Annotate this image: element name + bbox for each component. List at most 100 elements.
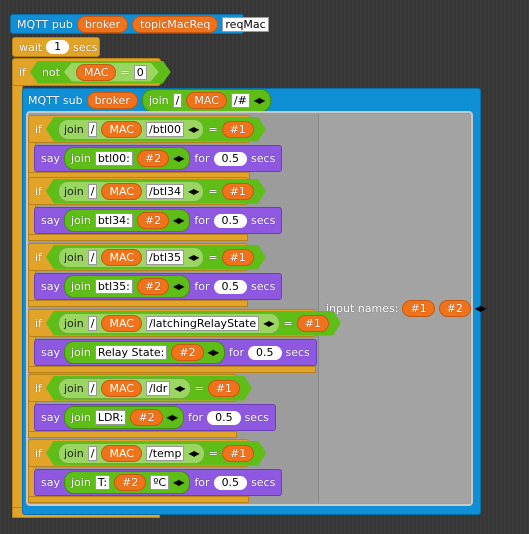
arrows-icon[interactable]: ◀▶ xyxy=(188,187,198,196)
suffix-input[interactable]: /# xyxy=(230,92,250,108)
arrows-icon[interactable]: ◀▶ xyxy=(188,125,198,134)
join-block[interactable]: join / MAC/ldr ◀▶ xyxy=(58,378,191,399)
equals-block[interactable]: MAC = 0 xyxy=(64,63,159,82)
param-1[interactable]: #1 xyxy=(208,380,240,397)
join-block[interactable]: join T: #2 ºC ◀▶ xyxy=(63,471,191,494)
equals-block[interactable]: join / MAC/ldr ◀▶ = #1 xyxy=(46,376,252,401)
slash-input[interactable]: / xyxy=(88,250,98,265)
arrows-icon[interactable]: ◀▶ xyxy=(208,348,219,357)
text-input[interactable]: btl35: xyxy=(94,279,133,294)
join-block[interactable]: join / MAC/temp ◀▶ xyxy=(58,443,205,464)
not-block[interactable]: not MAC = 0 xyxy=(30,61,171,84)
if-block[interactable]: if join / MAC/temp ◀▶ = #1 xyxy=(28,439,249,467)
slash-input[interactable]: / xyxy=(88,122,98,137)
duration-input[interactable]: 0.5 xyxy=(213,279,248,294)
broker-variable[interactable]: broker xyxy=(86,91,138,109)
join-block[interactable]: join / MAC/latchingRelayState ◀▶ xyxy=(58,313,280,334)
topic-input[interactable]: /btl35 xyxy=(146,250,184,265)
say-block[interactable]: say join btl34: #2 ◀▶ for 0.5 secs xyxy=(34,207,283,234)
param-2[interactable]: #2 xyxy=(130,409,163,426)
duration-input[interactable]: 0.5 xyxy=(213,475,248,490)
mac-variable[interactable]: MAC xyxy=(101,183,142,200)
mac-variable[interactable]: MAC xyxy=(101,121,142,138)
join-block[interactable]: join / MAC/btl34 ◀▶ xyxy=(58,181,204,202)
if-block[interactable]: if join / MAC/ldr ◀▶ = #1 xyxy=(28,374,237,402)
if-block[interactable]: if join / MAC/btl00 ◀▶ = #1 xyxy=(28,115,250,143)
param-2[interactable]: #2 xyxy=(171,344,204,361)
if-block[interactable]: if join / MAC/btl35 ◀▶ = #1 xyxy=(28,243,248,271)
text-input[interactable]: btl00: xyxy=(94,151,133,166)
slash-input[interactable]: / xyxy=(88,446,98,461)
arrows-icon[interactable]: ◀▶ xyxy=(167,413,178,422)
arrows-icon[interactable]: ◀▶ xyxy=(173,282,184,291)
arrows-icon[interactable]: ◀▶ xyxy=(263,319,273,328)
join-block[interactable]: join LDR: #2 ◀▶ xyxy=(63,406,184,429)
duration-input[interactable]: 0.5 xyxy=(213,151,248,166)
mac-variable[interactable]: MAC xyxy=(76,64,117,81)
text-input[interactable]: Relay State: xyxy=(94,345,168,360)
duration-input[interactable]: 0.5 xyxy=(207,410,241,425)
topic-variable[interactable]: topicMacReq xyxy=(132,15,219,33)
mac-variable[interactable]: MAC xyxy=(186,91,227,109)
duration-input[interactable]: 0.5 xyxy=(213,213,248,228)
arrows-icon[interactable]: ◀▶ xyxy=(173,216,184,225)
say-block[interactable]: say join btl35: #2 ◀▶ for 0.5 secs xyxy=(34,273,283,300)
param-2[interactable]: #2 xyxy=(114,474,147,491)
equals-block[interactable]: join / MAC/btl34 ◀▶ = #1 xyxy=(46,179,266,204)
mac-variable[interactable]: MAC xyxy=(101,249,142,266)
param-1[interactable]: #1 xyxy=(222,249,254,266)
topic-input[interactable]: /btl00 xyxy=(146,122,184,137)
param-2[interactable]: #2 xyxy=(438,299,471,317)
topic-input[interactable]: /ldr xyxy=(146,381,170,396)
arrows-icon[interactable]: ◀▶ xyxy=(188,449,198,458)
equals-block[interactable]: join / MAC/latchingRelayState ◀▶ = #1 xyxy=(46,311,341,336)
mac-variable[interactable]: MAC xyxy=(101,380,142,397)
text-input[interactable]: btl34: xyxy=(94,213,133,228)
arrows-icon[interactable]: ◀▶ xyxy=(188,253,198,262)
equals-block[interactable]: join / MAC/btl35 ◀▶ = #1 xyxy=(46,245,266,270)
say-block[interactable]: say join btl00: #2 ◀▶ for 0.5 secs xyxy=(34,145,283,172)
param-1[interactable]: #1 xyxy=(222,183,254,200)
param-1[interactable]: #1 xyxy=(222,445,254,462)
topic-input[interactable]: /btl34 xyxy=(146,184,184,199)
param-1[interactable]: #1 xyxy=(402,299,435,317)
outer-if-block[interactable]: if not MAC = 0 xyxy=(12,58,161,86)
message-input[interactable]: reqMac xyxy=(222,16,269,32)
mqtt-pub-block[interactable]: MQTT pub broker topicMacReq reqMac xyxy=(10,14,269,34)
say-block[interactable]: say join Relay State: #2 ◀▶ for 0.5 secs xyxy=(34,339,317,366)
join-block[interactable]: join btl34: #2 ◀▶ xyxy=(63,209,191,232)
equals-block[interactable]: join / MAC/temp ◀▶ = #1 xyxy=(46,441,266,466)
join-block[interactable]: join / MAC /# ◀▶ xyxy=(141,88,272,112)
wait-block[interactable]: wait 1 secs xyxy=(12,37,100,57)
arrows-icon[interactable]: ◀▶ xyxy=(475,304,486,313)
arrows-icon[interactable]: ◀▶ xyxy=(174,384,184,393)
join-block[interactable]: join / MAC/btl00 ◀▶ xyxy=(58,119,204,140)
join-block[interactable]: join Relay State: #2 ◀▶ xyxy=(63,341,225,364)
arrows-icon[interactable]: ◀▶ xyxy=(173,478,184,487)
topic-input[interactable]: /temp xyxy=(146,446,184,461)
text-input[interactable]: LDR: xyxy=(94,410,127,425)
equals-block[interactable]: join / MAC/btl00 ◀▶ = #1 xyxy=(46,117,266,142)
slash-input[interactable]: / xyxy=(88,381,98,396)
param-1[interactable]: #1 xyxy=(222,121,254,138)
param-2[interactable]: #2 xyxy=(136,278,170,295)
slash-input[interactable]: / xyxy=(88,316,98,331)
mac-variable[interactable]: MAC xyxy=(101,315,142,332)
wait-input[interactable]: 1 xyxy=(46,40,70,54)
say-block[interactable]: say join LDR: #2 ◀▶ for 0.5 secs xyxy=(34,404,276,431)
arrows-icon[interactable]: ◀▶ xyxy=(173,154,184,163)
param-1[interactable]: #1 xyxy=(297,315,329,332)
slash-input[interactable]: / xyxy=(172,92,183,108)
if-block[interactable]: if join / MAC/btl34 ◀▶ = #1 xyxy=(28,177,248,205)
mac-variable[interactable]: MAC xyxy=(101,445,142,462)
unit-input[interactable]: ºC xyxy=(150,475,170,490)
say-block[interactable]: say join T: #2 ºC ◀▶ for 0.5 secs xyxy=(34,469,283,496)
broker-variable[interactable]: broker xyxy=(76,15,129,33)
arrows-icon[interactable]: ◀▶ xyxy=(254,96,265,105)
if-block[interactable]: if join / MAC/latchingRelayState ◀▶ = #1 xyxy=(28,309,316,337)
param-2[interactable]: #2 xyxy=(136,150,170,167)
text-input[interactable]: T: xyxy=(94,475,111,490)
join-block[interactable]: join / MAC/btl35 ◀▶ xyxy=(58,247,204,268)
duration-input[interactable]: 0.5 xyxy=(248,345,282,360)
join-block[interactable]: join btl35: #2 ◀▶ xyxy=(63,275,191,298)
